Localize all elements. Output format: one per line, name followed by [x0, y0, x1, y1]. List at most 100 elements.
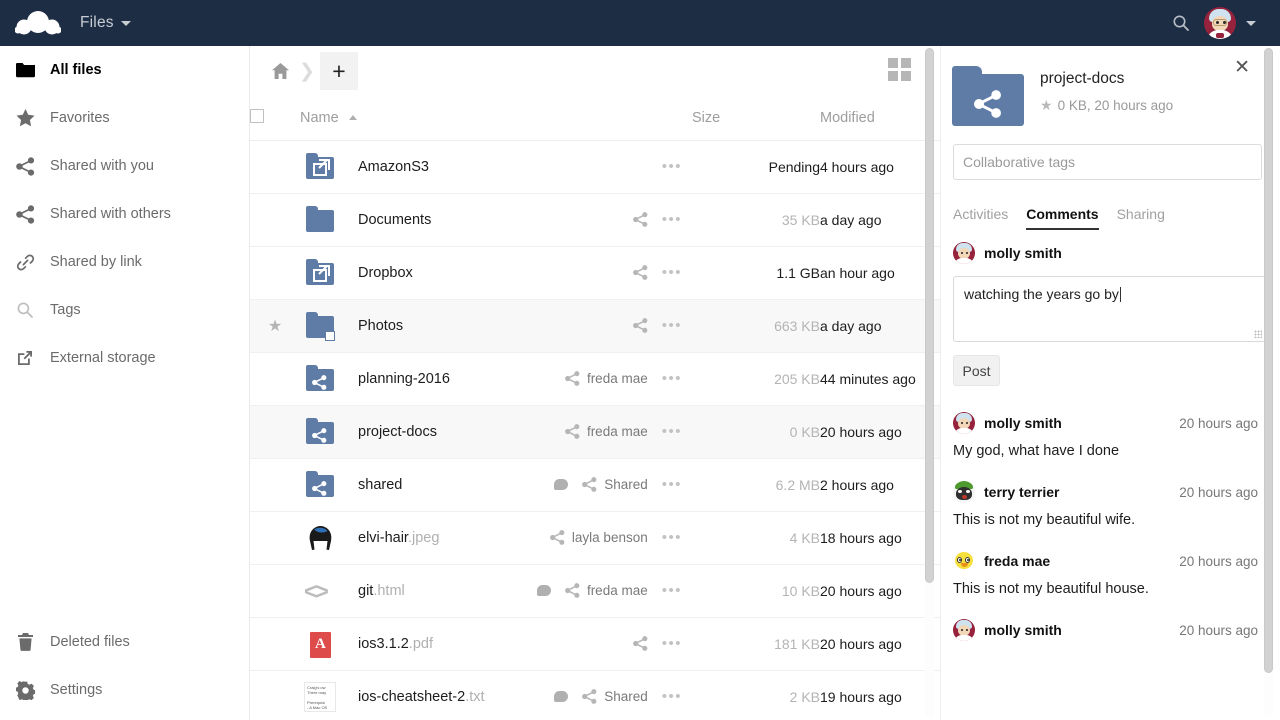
sidebar-item-tags[interactable]: Tags — [0, 286, 249, 334]
file-name-label[interactable]: elvi-hair.jpeg — [358, 530, 439, 546]
file-name-label[interactable]: git.html — [358, 583, 405, 599]
table-row[interactable]: planning-2016freda mae•••205 KB44 minute… — [250, 352, 940, 405]
table-row[interactable]: Dropbox•••1.1 GBan hour ago — [250, 246, 940, 299]
file-name-cell: project-docs freda mae ••• — [300, 405, 692, 458]
file-name-label[interactable]: project-docs — [358, 424, 437, 440]
comment-message: My god, what have I done — [953, 443, 1280, 459]
page-scrollbar[interactable] — [1264, 48, 1273, 718]
share-action[interactable] — [633, 265, 648, 280]
close-icon[interactable]: ✕ — [1234, 58, 1250, 77]
comment-input-value: watching the years go by — [964, 286, 1119, 302]
sidebar-file-header: project-docs ★ 0 KB, 20 hours ago — [941, 46, 1280, 126]
tab-comments[interactable]: Comments — [1026, 206, 1098, 230]
star-icon[interactable]: ★ — [1040, 97, 1053, 114]
more-actions-icon[interactable]: ••• — [662, 318, 682, 333]
more-actions-icon[interactable]: ••• — [662, 530, 682, 545]
new-file-button[interactable]: + — [320, 52, 358, 90]
file-modified-cell: 4 hours ago — [820, 140, 940, 193]
star-icon[interactable]: ★ — [268, 318, 282, 335]
post-comment-button[interactable]: Post — [953, 355, 1000, 386]
file-name-label[interactable]: Photos — [358, 318, 403, 334]
share-icon — [14, 203, 36, 225]
file-extension-label: .html — [373, 583, 404, 599]
file-modified-cell: an hour ago — [820, 246, 940, 299]
comment-indicator-icon[interactable] — [554, 691, 568, 702]
table-row[interactable]: ★Photos•••663 KBa day ago — [250, 299, 940, 352]
sidebar-item-deleted-files[interactable]: Deleted files — [0, 618, 249, 666]
collaborative-tags-input[interactable]: Collaborative tags — [953, 144, 1262, 180]
column-header-size[interactable]: Size — [692, 96, 820, 140]
table-row[interactable]: Documents•••35 KBa day ago — [250, 193, 940, 246]
sidebar-item-favorites[interactable]: Favorites — [0, 94, 249, 142]
sidebar-item-external-storage[interactable]: External storage — [0, 334, 249, 382]
tab-sharing[interactable]: Sharing — [1117, 206, 1165, 230]
share-action[interactable]: freda mae — [565, 371, 648, 386]
table-row[interactable]: AmazonS3•••Pending4 hours ago — [250, 140, 940, 193]
sidebar-item-all-files[interactable]: All files — [0, 46, 249, 94]
table-row[interactable]: <>git.htmlfreda mae•••10 KB20 hours ago — [250, 564, 940, 617]
shared-folder-icon — [304, 363, 336, 395]
sidebar-file-subtitle-label: 0 KB, 20 hours ago — [1058, 98, 1174, 113]
external-link-icon — [14, 347, 36, 369]
share-action[interactable]: Shared — [582, 477, 648, 492]
share-action[interactable] — [633, 636, 648, 651]
comment-input[interactable]: watching the years go by — [953, 276, 1266, 342]
app-menu-files[interactable]: Files — [80, 14, 131, 32]
file-name-label[interactable]: AmazonS3 — [358, 159, 429, 175]
resize-grip-icon[interactable] — [1254, 330, 1262, 338]
more-actions-icon[interactable]: ••• — [662, 371, 682, 386]
sidebar-item-shared-by-link[interactable]: Shared by link — [0, 238, 249, 286]
table-row[interactable]: project-docsfreda mae•••0 KB20 hours ago — [250, 405, 940, 458]
column-header-modified[interactable]: Modified — [820, 96, 940, 140]
comment-indicator-icon[interactable] — [554, 479, 568, 490]
sidebar-file-subtitle: ★ 0 KB, 20 hours ago — [1040, 97, 1173, 114]
share-action[interactable]: Shared — [582, 689, 648, 704]
column-header-name[interactable]: Name — [300, 96, 692, 140]
owncloud-cloud-logo[interactable] — [0, 10, 76, 36]
app-name-label: Files — [80, 14, 114, 32]
file-size-cell: 663 KB — [692, 299, 820, 352]
file-name-cell: shared Shared ••• — [300, 458, 692, 511]
share-action[interactable]: layla benson — [550, 530, 648, 545]
file-name-label[interactable]: ios3.1.2.pdf — [358, 636, 433, 652]
table-row[interactable]: ios3.1.2.pdf•••181 KB20 hours ago — [250, 617, 940, 670]
share-action[interactable]: freda mae — [565, 424, 648, 439]
more-actions-icon[interactable]: ••• — [662, 636, 682, 651]
sidebar-item-settings[interactable]: Settings — [0, 666, 249, 714]
code-file-icon: <> — [304, 575, 336, 607]
more-actions-icon[interactable]: ••• — [662, 212, 682, 227]
file-name-label[interactable]: ios-cheatsheet-2.txt — [358, 689, 485, 705]
more-actions-icon[interactable]: ••• — [662, 159, 682, 174]
select-all-checkbox[interactable] — [250, 109, 264, 123]
more-actions-icon[interactable]: ••• — [662, 265, 682, 280]
more-actions-icon[interactable]: ••• — [662, 689, 682, 704]
sidebar-item-shared-with-you[interactable]: Shared with you — [0, 142, 249, 190]
new-comment-author-row: molly smith — [953, 242, 1280, 264]
file-modified-cell: 20 hours ago — [820, 405, 940, 458]
share-action[interactable] — [633, 212, 648, 227]
more-actions-icon[interactable]: ••• — [662, 477, 682, 492]
share-action[interactable] — [633, 318, 648, 333]
table-row[interactable]: Craig's owThere may Prerequisi- A Mac OS… — [250, 670, 940, 720]
file-modified-cell: 20 hours ago — [820, 564, 940, 617]
grid-view-icon[interactable] — [888, 58, 914, 84]
file-name-label[interactable]: Documents — [358, 212, 431, 228]
share-action[interactable]: freda mae — [565, 583, 648, 598]
table-row[interactable]: elvi-hair.jpeglayla benson•••4 KB18 hour… — [250, 511, 940, 564]
avatar[interactable] — [1204, 7, 1236, 39]
sidebar-item-shared-with-others[interactable]: Shared with others — [0, 190, 249, 238]
tab-activities[interactable]: Activities — [953, 206, 1008, 230]
avatar — [953, 481, 975, 503]
settings-chevron-down-icon[interactable] — [1246, 21, 1256, 26]
table-row[interactable]: sharedShared•••6.2 MB2 hours ago — [250, 458, 940, 511]
comment-header: freda mae20 hours ago — [953, 550, 1280, 572]
file-name-label[interactable]: planning-2016 — [358, 371, 450, 387]
more-actions-icon[interactable]: ••• — [662, 583, 682, 598]
comment-indicator-icon[interactable] — [537, 585, 551, 596]
more-actions-icon[interactable]: ••• — [662, 424, 682, 439]
file-name-label[interactable]: Dropbox — [358, 265, 413, 281]
search-icon[interactable] — [1168, 10, 1194, 36]
file-list-scrollbar[interactable] — [925, 48, 934, 718]
file-name-label[interactable]: shared — [358, 477, 402, 493]
home-icon[interactable] — [266, 57, 294, 85]
